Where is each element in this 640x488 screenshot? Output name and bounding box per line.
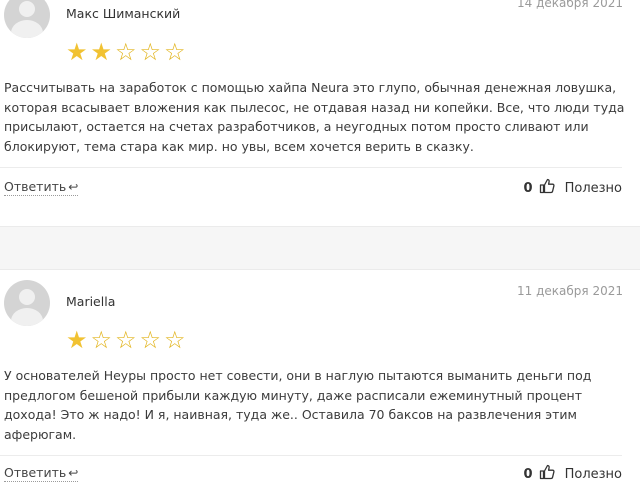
- like-count: 0: [523, 466, 533, 482]
- avatar-head-shape: [19, 1, 35, 17]
- useful-vote: 0 Полезно: [524, 178, 622, 198]
- useful-button[interactable]: Полезно: [565, 181, 622, 196]
- avatar-body-shape: [11, 308, 43, 326]
- avatar-head-shape: [19, 289, 35, 305]
- star-empty-icon: ☆: [114, 326, 137, 354]
- divider: [0, 455, 622, 456]
- star-empty-icon: ☆: [163, 326, 186, 354]
- review-card: Макс Шиманский 14 декабря 2021 ★ ★ ☆ ☆ ☆ Рас…: [0, 0, 640, 226]
- useful-vote: 0 Полезно: [524, 464, 622, 484]
- star-filled-icon: ★: [65, 326, 88, 354]
- star-empty-icon: ☆: [114, 38, 137, 66]
- star-empty-icon: ☆: [139, 38, 161, 66]
- review-author: Mariella: [66, 294, 116, 309]
- review-date: 14 декабря 2021: [517, 0, 623, 10]
- rating-stars: ★ ☆ ☆ ☆ ☆: [65, 328, 187, 352]
- reply-link[interactable]: Ответить ↩: [4, 465, 79, 482]
- like-count: 0: [523, 180, 533, 196]
- useful-button[interactable]: Полезно: [565, 467, 622, 482]
- star-filled-icon: ★: [90, 38, 112, 66]
- review-text: У основателей Неуры просто нет совести, …: [4, 368, 592, 442]
- review-date: 11 декабря 2021: [517, 284, 623, 298]
- star-empty-icon: ☆: [163, 38, 186, 66]
- thumbs-up-icon[interactable]: [539, 178, 555, 198]
- thumbs-up-icon[interactable]: [539, 464, 555, 484]
- reply-arrow-icon: ↩: [68, 180, 79, 194]
- review-author: Макс Шиманский: [66, 6, 181, 21]
- star-filled-icon: ★: [65, 38, 88, 66]
- review-separator: [0, 226, 640, 270]
- star-empty-icon: ☆: [90, 326, 112, 354]
- avatar: [4, 280, 50, 326]
- review-text: Рассчитывать на заработок с помощью хайп…: [4, 80, 625, 154]
- divider: [0, 167, 622, 168]
- reply-label: Ответить: [4, 465, 67, 480]
- rating-stars: ★ ★ ☆ ☆ ☆: [65, 40, 187, 64]
- reply-label: Ответить: [4, 179, 67, 194]
- review-card: Mariella 11 декабря 2021 ★ ☆ ☆ ☆ ☆ У основат…: [0, 270, 640, 488]
- avatar: [4, 0, 50, 38]
- reply-arrow-icon: ↩: [68, 466, 79, 480]
- avatar-body-shape: [11, 20, 43, 38]
- star-empty-icon: ☆: [139, 326, 161, 354]
- reply-link[interactable]: Ответить ↩: [4, 179, 79, 196]
